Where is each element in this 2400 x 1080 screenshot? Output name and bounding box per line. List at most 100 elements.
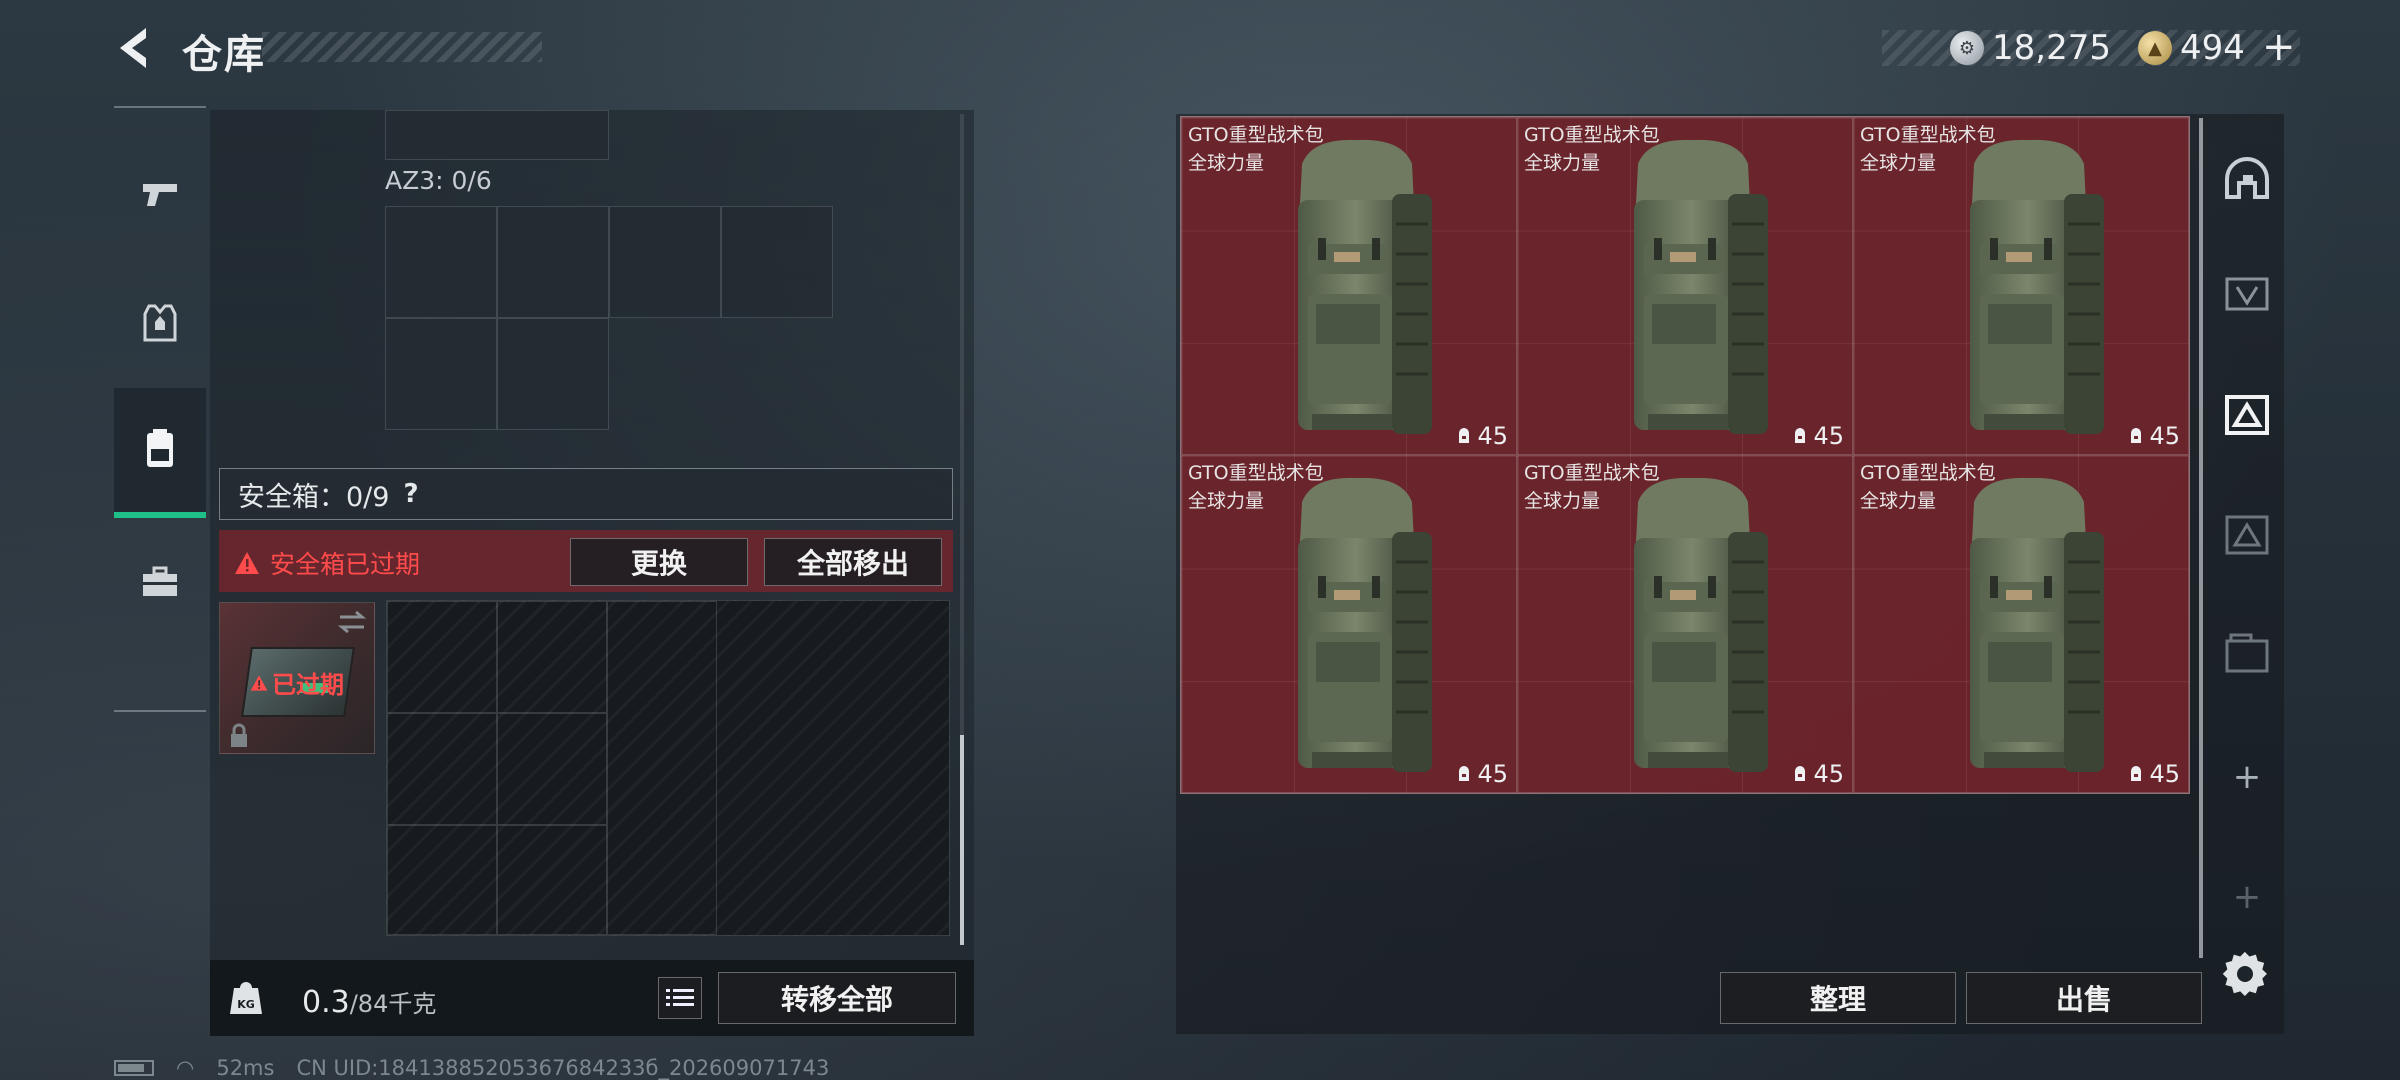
pistol-icon [143, 184, 177, 206]
capacity-icon [1459, 428, 1470, 443]
item-name: GTO重型战术包 [1524, 462, 1660, 484]
storage-box-icon [2225, 395, 2269, 435]
house-icon [2225, 157, 2269, 199]
item-name: GTO重型战术包 [1188, 124, 1324, 146]
grid-slot[interactable] [497, 206, 609, 318]
add-currency-button[interactable]: + [2262, 24, 2296, 70]
item-subtitle: 全球力量 [1860, 152, 1937, 174]
gold-coin-icon: ▲ [2138, 31, 2172, 65]
grid-slot[interactable] [385, 110, 609, 160]
category-armor[interactable] [114, 258, 206, 388]
capacity-icon [1459, 766, 1470, 781]
ping-value: 52ms [216, 1056, 275, 1080]
list-view-button[interactable] [658, 977, 702, 1019]
item-subtitle: 全球力量 [1860, 490, 1937, 512]
storage-tab-4[interactable] [2210, 498, 2284, 572]
case-expired-text: 已过期 [272, 671, 344, 699]
item-subtitle: 全球力量 [1188, 152, 1265, 174]
sort-button[interactable]: 整理 [1720, 972, 1956, 1024]
item-capacity: 45 [2127, 422, 2180, 450]
item-capacity-value: 45 [2149, 422, 2180, 450]
storage-item-backpack[interactable]: GTO重型战术包 全球力量 45 [1853, 455, 2189, 793]
backpack-icon [147, 429, 173, 467]
title-stripe-decoration [262, 32, 542, 62]
backpack-image [1634, 139, 1768, 434]
weight-value: 0.3/84千克 [302, 984, 436, 1020]
item-capacity: 45 [1791, 760, 1844, 788]
backpack-image [1970, 139, 2104, 434]
gold-currency-value: 494 [2180, 28, 2245, 68]
storage-item-backpack[interactable]: GTO重型战术包 全球力量 45 [1517, 455, 1853, 793]
gear-icon[interactable] [2220, 950, 2270, 1000]
add-storage-tab-disabled: + [2210, 860, 2284, 934]
az3-capacity-label: AZ3: 0/6 [385, 166, 492, 195]
wifi-icon: ◠ [176, 1056, 195, 1080]
silver-currency-value: 18,275 [1992, 28, 2111, 68]
storage-tab-3-active[interactable] [2210, 378, 2284, 452]
storage-scrollbar[interactable] [2199, 118, 2203, 958]
item-subtitle: 全球力量 [1188, 490, 1265, 512]
status-bar: ◠ 52ms CN UID:18413885205367684233б_2026… [114, 1056, 829, 1080]
grid-slot[interactable] [385, 318, 497, 430]
item-capacity: 45 [1455, 422, 1508, 450]
storage-item-backpack[interactable]: GTO重型战术包 全球力量 45 [1181, 117, 1517, 455]
sell-button[interactable]: 出售 [1966, 972, 2202, 1024]
storage-tab-2[interactable] [2210, 258, 2284, 332]
weight-current: 0.3 [302, 985, 350, 1020]
storage-box-icon [2225, 515, 2269, 555]
expired-warning-text: 安全箱已过期 [270, 550, 421, 579]
grid-slot[interactable] [609, 206, 721, 318]
add-storage-tab-button[interactable]: + [2210, 740, 2284, 814]
transfer-all-button[interactable]: 转移全部 [718, 972, 956, 1024]
uid-text: CN UID:18413885205367684233б_20260907174… [296, 1056, 830, 1080]
move-all-out-button[interactable]: 全部移出 [764, 538, 942, 586]
swap-icon[interactable] [336, 609, 368, 635]
item-capacity: 45 [2127, 760, 2180, 788]
item-name: GTO重型战术包 [1524, 124, 1660, 146]
safe-case-slot[interactable]: 已过期 [219, 602, 375, 754]
weight-icon: KG [230, 982, 262, 1014]
toolbox-icon [143, 566, 177, 596]
capacity-icon [2131, 428, 2142, 443]
container-icon [2225, 277, 2269, 311]
item-subtitle: 全球力量 [1524, 152, 1601, 174]
item-capacity: 45 [1791, 422, 1844, 450]
battery-icon [114, 1060, 154, 1076]
safebox-capacity-label: 安全箱：0/9 [238, 481, 390, 513]
storage-tab-home[interactable] [2210, 142, 2284, 216]
item-capacity-value: 45 [1813, 422, 1844, 450]
storage-item-backpack[interactable]: GTO重型战术包 全球力量 45 [1517, 117, 1853, 455]
back-arrow-icon[interactable] [112, 24, 156, 72]
category-backpack[interactable] [114, 388, 206, 518]
warning-icon [250, 674, 268, 691]
inventory-scrollbar-thumb[interactable] [960, 735, 964, 945]
safebox-locked-grid [386, 600, 950, 936]
vest-icon [143, 304, 177, 342]
help-icon[interactable]: ? [403, 479, 418, 509]
grid-slot[interactable] [721, 206, 833, 318]
item-capacity-value: 45 [1477, 422, 1508, 450]
storage-tab-rail: + + [2210, 118, 2284, 978]
svg-text:KG: KG [237, 998, 255, 1011]
category-weapon[interactable] [114, 128, 206, 258]
replace-button[interactable]: 更换 [570, 538, 748, 586]
item-capacity: 45 [1455, 760, 1508, 788]
silver-coin-icon: ⚙ [1950, 31, 1984, 65]
category-toolbox[interactable] [114, 518, 206, 648]
backpack-image [1298, 477, 1432, 772]
list-icon [666, 989, 694, 1006]
safebox-expired-warning: 安全箱已过期 [234, 545, 420, 581]
capacity-icon [2131, 766, 2142, 781]
backpack-image [1298, 139, 1432, 434]
storage-tab-5[interactable] [2210, 618, 2284, 692]
item-subtitle: 全球力量 [1524, 490, 1601, 512]
storage-item-backpack[interactable]: GTO重型战术包 全球力量 45 [1181, 455, 1517, 793]
grid-slot[interactable] [385, 206, 497, 318]
lock-icon [231, 723, 247, 747]
page-title: 仓库 [182, 32, 266, 78]
capacity-icon [1795, 766, 1806, 781]
grid-slot[interactable] [497, 318, 609, 430]
storage-item-backpack[interactable]: GTO重型战术包 全球力量 45 [1853, 117, 2189, 455]
item-name: GTO重型战术包 [1860, 124, 1996, 146]
storage-grid: GTO重型战术包 全球力量 45 GTO重型战术包 全球力量 45 GTO重型战… [1180, 116, 2190, 794]
